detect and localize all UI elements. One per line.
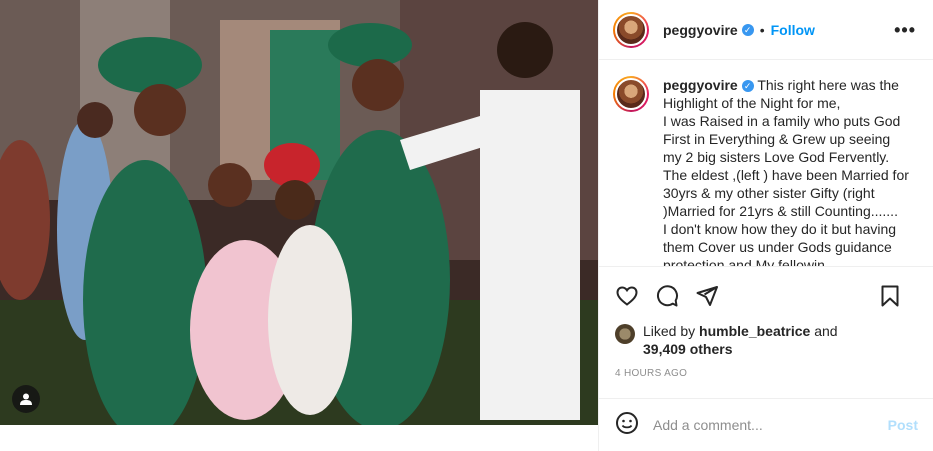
avatar[interactable] — [613, 11, 649, 48]
caption: peggyovire ✓ This right here was the High… — [663, 76, 911, 267]
separator-dot: • — [759, 21, 765, 38]
post-comment-button[interactable]: Post — [888, 417, 918, 433]
caption-avatar[interactable] — [613, 76, 649, 112]
post-sidebar: peggyovire ✓ • Follow ••• peggyovire ✓ Th… — [598, 0, 933, 451]
likes-mid: and — [810, 323, 838, 339]
likes-count-link[interactable]: 39,409 others — [643, 341, 733, 357]
caption-username[interactable]: peggyovire — [663, 77, 738, 93]
likes-prefix: Liked by — [643, 323, 700, 339]
comment-input[interactable]: Add a comment... — [653, 417, 873, 433]
more-horizontal-icon[interactable]: ••• — [894, 20, 916, 41]
likes-summary: Liked by humble_beatrice and 39,409 other… — [615, 322, 925, 358]
bookmark-icon[interactable] — [878, 284, 902, 308]
share-icon[interactable] — [695, 284, 719, 308]
photo-illustration — [0, 0, 598, 451]
verified-badge-icon: ✓ — [741, 80, 754, 92]
comment-bar: Add a comment... Post — [599, 398, 933, 451]
heart-icon[interactable] — [615, 284, 639, 308]
timestamp[interactable]: 4 HOURS AGO — [615, 368, 687, 379]
user-tag-icon — [20, 393, 32, 405]
username-link[interactable]: peggyovire — [663, 22, 738, 38]
likes-text: Liked by humble_beatrice and 39,409 other… — [643, 322, 838, 358]
action-bar — [599, 278, 933, 314]
caption-area: peggyovire ✓ This right here was the High… — [599, 60, 933, 267]
verified-badge-icon: ✓ — [741, 23, 754, 36]
caption-text: This right here was the Highlight of the… — [663, 77, 909, 267]
liker-username-link[interactable]: humble_beatrice — [699, 323, 810, 339]
user-tag-button[interactable] — [12, 385, 40, 413]
comment-icon[interactable] — [655, 284, 679, 308]
post-photo[interactable] — [0, 0, 598, 451]
liker-avatar[interactable] — [615, 324, 635, 344]
post-header: peggyovire ✓ • Follow ••• — [599, 0, 933, 60]
follow-button[interactable]: Follow — [771, 22, 815, 38]
emoji-icon[interactable] — [615, 411, 639, 440]
